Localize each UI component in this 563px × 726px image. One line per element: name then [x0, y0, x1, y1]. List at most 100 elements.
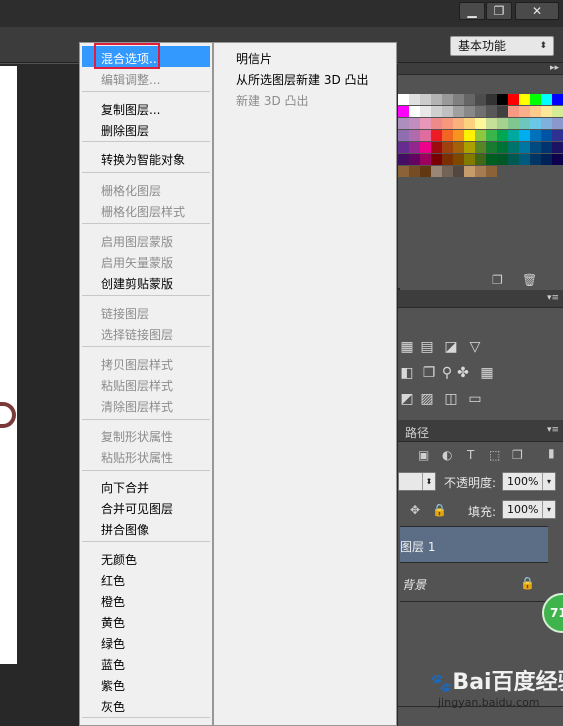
- color-swatch[interactable]: [486, 154, 497, 165]
- color-swatch[interactable]: [486, 118, 497, 129]
- color-swatch[interactable]: [552, 142, 563, 153]
- minimize-button[interactable]: ▁: [459, 2, 485, 20]
- color-swatch[interactable]: [398, 106, 409, 117]
- color-swatch[interactable]: [431, 94, 442, 105]
- color-swatch[interactable]: [486, 94, 497, 105]
- channel-mixer-icon[interactable]: ✤: [454, 365, 472, 381]
- color-swatch[interactable]: [420, 118, 431, 129]
- color-swatch[interactable]: [453, 142, 464, 153]
- workspace-switcher[interactable]: 基本功能 ⬍: [450, 36, 554, 56]
- fill-input[interactable]: 100% ▾: [502, 500, 556, 519]
- color-swatch[interactable]: [486, 166, 497, 177]
- filter-smart-icon[interactable]: ❐: [512, 448, 523, 462]
- filter-type-icon[interactable]: T: [467, 448, 474, 462]
- color-swatch[interactable]: [475, 130, 486, 141]
- menu-item-create-clipping-mask[interactable]: 创建剪贴蒙版: [101, 275, 173, 292]
- color-swatch[interactable]: [398, 130, 409, 141]
- color-swatch[interactable]: [464, 118, 475, 129]
- color-lookup-icon[interactable]: ▦: [478, 365, 496, 381]
- menu-item-postcard[interactable]: 明信片: [236, 50, 272, 67]
- color-swatch[interactable]: [475, 118, 486, 129]
- lock-icon[interactable]: 🔒: [432, 503, 447, 517]
- color-swatch[interactable]: [519, 130, 530, 141]
- filter-image-icon[interactable]: ▣: [418, 448, 429, 462]
- color-swatch[interactable]: [453, 154, 464, 165]
- color-swatch[interactable]: [486, 106, 497, 117]
- menu-item-merge-visible[interactable]: 合并可见图层: [101, 500, 173, 517]
- color-swatch[interactable]: [541, 106, 552, 117]
- color-swatch[interactable]: [541, 118, 552, 129]
- color-swatch[interactable]: [541, 130, 552, 141]
- menu-item-convert-to-smart-object[interactable]: 转换为智能对象: [101, 151, 185, 168]
- filter-shape-icon[interactable]: ⬚: [489, 448, 500, 462]
- color-swatch[interactable]: [497, 94, 508, 105]
- color-swatch[interactable]: [409, 106, 420, 117]
- color-swatch[interactable]: [464, 154, 475, 165]
- color-swatch[interactable]: [475, 154, 486, 165]
- color-swatch[interactable]: [431, 118, 442, 129]
- color-swatch[interactable]: [464, 106, 475, 117]
- tab-paths[interactable]: 路径: [405, 424, 429, 441]
- color-swatch[interactable]: [552, 118, 563, 129]
- color-swatch[interactable]: [409, 130, 420, 141]
- invert-icon[interactable]: ◩: [398, 391, 416, 407]
- color-swatch[interactable]: [497, 118, 508, 129]
- color-swatch[interactable]: [475, 142, 486, 153]
- color-swatch[interactable]: [475, 94, 486, 105]
- selective-color-icon[interactable]: ▭: [466, 391, 484, 407]
- color-swatch[interactable]: [497, 154, 508, 165]
- exposure-icon[interactable]: ◪: [442, 339, 460, 355]
- color-swatch[interactable]: [552, 154, 563, 165]
- color-swatch[interactable]: [442, 94, 453, 105]
- layer-row-selected[interactable]: 图层 1: [400, 526, 548, 563]
- color-swatch[interactable]: [519, 106, 530, 117]
- gradient-icon[interactable]: ▽: [466, 339, 484, 355]
- color-swatch[interactable]: [508, 130, 519, 141]
- menu-item-gray[interactable]: 灰色: [101, 698, 125, 715]
- color-swatch[interactable]: [475, 106, 486, 117]
- color-swatch[interactable]: [508, 154, 519, 165]
- color-swatch[interactable]: [486, 130, 497, 141]
- color-swatch[interactable]: [442, 106, 453, 117]
- menu-item-red[interactable]: 红色: [101, 572, 125, 589]
- color-swatch[interactable]: [508, 142, 519, 153]
- color-swatch[interactable]: [431, 142, 442, 153]
- color-swatch[interactable]: [409, 154, 420, 165]
- color-swatch[interactable]: [442, 118, 453, 129]
- restore-button[interactable]: ❐: [486, 2, 512, 20]
- color-swatch[interactable]: [453, 166, 464, 177]
- layer-row[interactable]: 背景 🔒: [400, 564, 548, 602]
- color-swatch[interactable]: [398, 142, 409, 153]
- color-swatch[interactable]: [508, 106, 519, 117]
- panel-collapse-icon[interactable]: ▸▸: [550, 63, 559, 73]
- color-swatch[interactable]: [431, 130, 442, 141]
- color-swatch[interactable]: [530, 130, 541, 141]
- color-swatch[interactable]: [431, 154, 442, 165]
- color-swatch[interactable]: [420, 154, 431, 165]
- color-swatch[interactable]: [409, 94, 420, 105]
- color-swatch[interactable]: [497, 130, 508, 141]
- color-swatch[interactable]: [453, 118, 464, 129]
- color-swatch[interactable]: [475, 166, 486, 177]
- color-swatch[interactable]: [519, 94, 530, 105]
- menu-item-orange[interactable]: 橙色: [101, 593, 125, 610]
- color-swatch[interactable]: [420, 106, 431, 117]
- color-swatch[interactable]: [508, 118, 519, 129]
- color-swatch[interactable]: [464, 142, 475, 153]
- menu-item-flatten-image[interactable]: 拼合图像: [101, 521, 149, 538]
- menu-item-no-color[interactable]: 无颜色: [101, 551, 137, 568]
- color-swatch[interactable]: [552, 130, 563, 141]
- color-swatch[interactable]: [431, 166, 442, 177]
- color-swatch[interactable]: [420, 166, 431, 177]
- color-swatch[interactable]: [409, 142, 420, 153]
- color-swatch[interactable]: [442, 166, 453, 177]
- menu-item-green[interactable]: 绿色: [101, 635, 125, 652]
- panel-menu-icon[interactable]: ▾≡: [547, 425, 559, 435]
- color-swatch[interactable]: [420, 142, 431, 153]
- color-swatch[interactable]: [442, 142, 453, 153]
- color-swatch[interactable]: [486, 142, 497, 153]
- menu-item-blue[interactable]: 蓝色: [101, 656, 125, 673]
- color-swatch[interactable]: [420, 130, 431, 141]
- balance-icon[interactable]: ◧: [398, 365, 416, 381]
- color-swatch[interactable]: [530, 154, 541, 165]
